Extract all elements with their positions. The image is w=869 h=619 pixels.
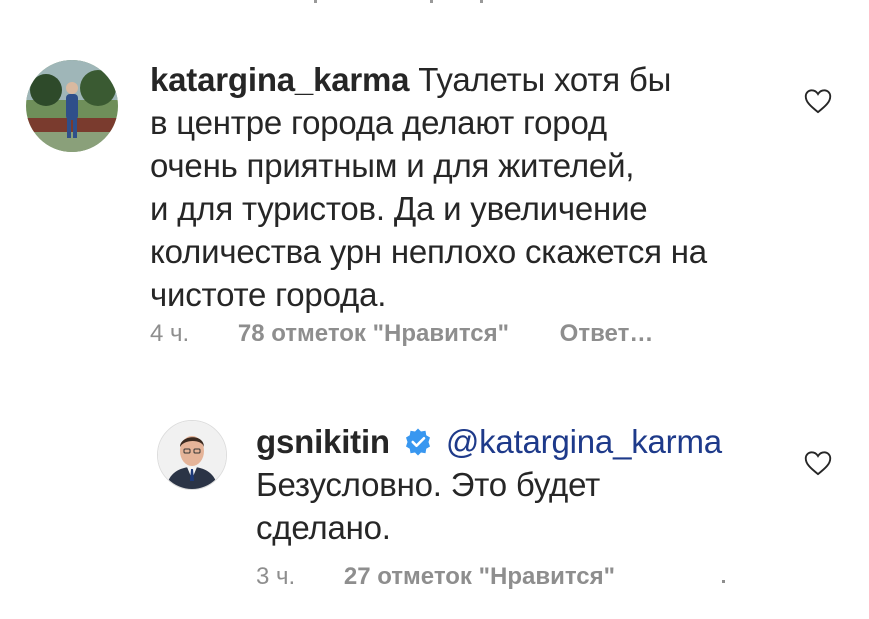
comment-text-line: и для туристов. Да и увеличение [150,190,648,227]
verified-badge-icon [403,424,433,456]
comment-username[interactable]: gsnikitin [256,423,390,460]
comment-text-line: сделано. [256,509,391,546]
previous-comment-fragment [300,0,500,6]
more-options-dot[interactable] [722,580,725,583]
comment-text-line: в центре города делают город [150,104,607,141]
comment-time: 3 ч. [256,563,296,590]
avatar[interactable] [157,420,227,490]
comment-mention-link[interactable]: @katargina_karma [446,423,722,460]
comment-text-line: очень приятным и для жителей, [150,147,635,184]
comment-text-line: Туалеты хотя бы [409,61,672,98]
comment-text-line: Безусловно. Это будет [256,466,601,503]
avatar[interactable] [26,60,118,152]
comment-likes-button[interactable]: 78 отметок "Нравится" [238,320,509,347]
like-heart-icon[interactable] [804,450,832,476]
comment-meta: 3 ч. 27 отметок "Нравится" [256,563,615,591]
comment-text-line: количества урн неплохо скажется на [150,233,707,270]
comment-text: gsnikitin @katargina_karma Безусловно. Э… [256,420,776,549]
comment-text: katargina_karma Туалеты хотя бы в центре… [150,58,790,316]
reply-button[interactable]: Ответ… [560,320,654,347]
comment-time: 4 ч. [150,320,190,347]
comment-text-line: чистоте города. [150,276,387,313]
like-heart-icon[interactable] [804,88,832,114]
comment-likes-button[interactable]: 27 отметок "Нравится" [344,563,615,590]
comment-meta: 4 ч. 78 отметок "Нравится" Ответ… [150,320,653,348]
comment-username[interactable]: katargina_karma [150,61,410,98]
